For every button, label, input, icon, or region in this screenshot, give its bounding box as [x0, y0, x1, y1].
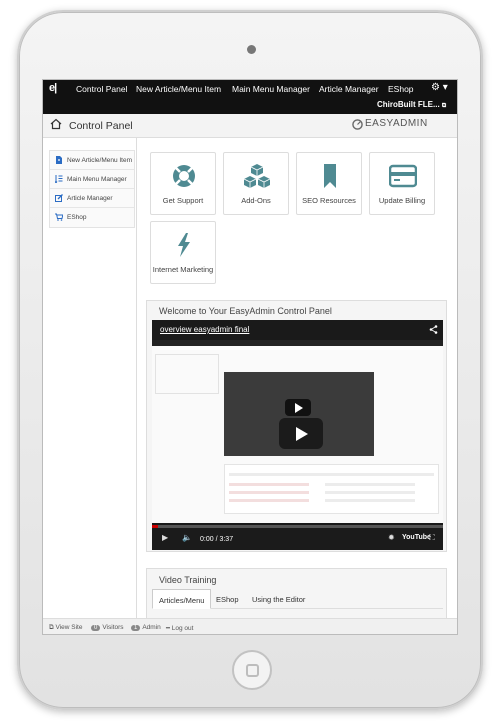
home-button: [232, 650, 272, 690]
training-title: Video Training: [159, 575, 217, 585]
bookmark-icon: [324, 164, 336, 188]
sidebar-item-label: Main Menu Manager: [67, 176, 127, 183]
edit-icon: [55, 194, 63, 202]
cubes-icon: [243, 164, 271, 188]
page-header: Control Panel EASYADMIN: [43, 114, 457, 138]
sidebar-item-eshop[interactable]: EShop: [50, 208, 134, 227]
page-title: Control Panel: [69, 120, 133, 132]
video-player[interactable]: overview easyadmin final ▶ 🔈 0:00 / 3:37…: [152, 320, 443, 550]
admin-status: 1 Admin: [131, 624, 161, 631]
play-button[interactable]: [279, 418, 323, 449]
admin-label: Admin: [142, 624, 161, 631]
visitors-label: Visitors: [102, 624, 124, 631]
logout-label: Log out: [171, 625, 194, 632]
tile-internet-marketing[interactable]: Internet Marketing: [150, 221, 216, 284]
footer-bar: ⧉ View Site 0 Visitors 1 Admin ━ Log out: [43, 618, 457, 634]
nav-eshop[interactable]: EShop: [388, 84, 414, 94]
tile-seo-resources[interactable]: SEO Resources: [296, 152, 362, 215]
tile-update-billing[interactable]: Update Billing: [369, 152, 435, 215]
video-title-link[interactable]: overview easyadmin final: [160, 325, 249, 334]
video-progress-fill: [152, 525, 158, 528]
sidebar-item-article-manager[interactable]: Article Manager: [50, 189, 134, 208]
nav-control-panel[interactable]: Control Panel: [76, 84, 128, 94]
sidebar-item-label: New Article/Menu Item: [67, 157, 133, 164]
welcome-panel: Welcome to Your EasyAdmin Control Panel …: [146, 300, 447, 552]
sidebar: New Article/Menu Item Main Menu Manager …: [43, 138, 137, 618]
video-time: 0:00 / 3:37: [200, 536, 234, 543]
tile-label: Internet Marketing: [152, 265, 214, 274]
user-account-link[interactable]: ChiroBuilt FLE... ⧉: [377, 100, 446, 110]
training-tabs: Articles/Menu EShop Using the Editor: [152, 589, 443, 609]
brand-gauge-icon: [352, 119, 363, 130]
visitors-status: 0 Visitors: [91, 624, 124, 631]
tile-add-ons[interactable]: Add-Ons: [223, 152, 289, 215]
welcome-title: Welcome to Your EasyAdmin Control Panel: [159, 306, 332, 316]
tile-get-support[interactable]: Get Support: [150, 152, 216, 215]
visitors-count-badge: 0: [91, 625, 101, 631]
top-navbar: e| Control Panel New Article/Menu Item M…: [43, 80, 457, 114]
settings-icon[interactable]: ✹: [388, 533, 395, 542]
tile-label: Get Support: [162, 196, 204, 205]
tile-label: Update Billing: [378, 196, 426, 205]
tile-label: SEO Resources: [302, 196, 356, 205]
volume-icon[interactable]: 🔈: [182, 533, 192, 542]
screen: e| Control Panel New Article/Menu Item M…: [42, 79, 458, 635]
file-icon: [56, 156, 62, 164]
video-progress-bar[interactable]: [152, 525, 443, 528]
camera-dot: [247, 45, 256, 54]
tile-label: Add-Ons: [241, 196, 271, 205]
video-controls: ▶ 🔈 0:00 / 3:37 ✹ YouTube ⛶: [152, 525, 443, 550]
bolt-icon: [178, 233, 190, 257]
credit-card-icon: [389, 164, 417, 188]
sidebar-item-label: Article Manager: [67, 195, 113, 202]
cart-icon: [55, 213, 63, 221]
sidebar-item-new-article[interactable]: New Article/Menu Item: [50, 151, 134, 170]
sidebar-item-main-menu-manager[interactable]: Main Menu Manager: [50, 170, 134, 189]
tab-articles-menu[interactable]: Articles/Menu: [152, 589, 212, 609]
tab-eshop[interactable]: EShop: [216, 589, 239, 609]
brand-logo: EASYADMIN: [365, 118, 428, 129]
sidebar-item-label: EShop: [67, 214, 87, 221]
fullscreen-icon[interactable]: ⛶: [429, 533, 435, 543]
admin-count-badge: 1: [131, 625, 141, 631]
external-link-icon: ⧉: [441, 103, 447, 109]
logout-link[interactable]: ━ Log out: [166, 624, 193, 632]
play-control-icon[interactable]: ▶: [162, 533, 168, 542]
user-name: ChiroBuilt FLE...: [377, 100, 440, 109]
youtube-logo[interactable]: YouTube: [402, 534, 431, 541]
list-icon: [55, 175, 63, 183]
nav-main-menu-manager[interactable]: Main Menu Manager: [232, 84, 310, 94]
sidebar-menu: New Article/Menu Item Main Menu Manager …: [49, 150, 135, 228]
view-site-link[interactable]: ⧉ View Site: [49, 624, 82, 632]
gear-icon[interactable]: ⚙ ▾: [431, 82, 448, 93]
view-site-label: View Site: [55, 624, 83, 631]
nav-article-manager[interactable]: Article Manager: [319, 84, 379, 94]
lifebuoy-icon: [173, 165, 195, 187]
tab-using-the-editor[interactable]: Using the Editor: [252, 589, 305, 609]
home-icon[interactable]: [50, 118, 62, 130]
nav-new-article[interactable]: New Article/Menu Item: [136, 84, 221, 94]
share-icon[interactable]: [429, 325, 438, 334]
app-logo[interactable]: e|: [49, 82, 57, 94]
